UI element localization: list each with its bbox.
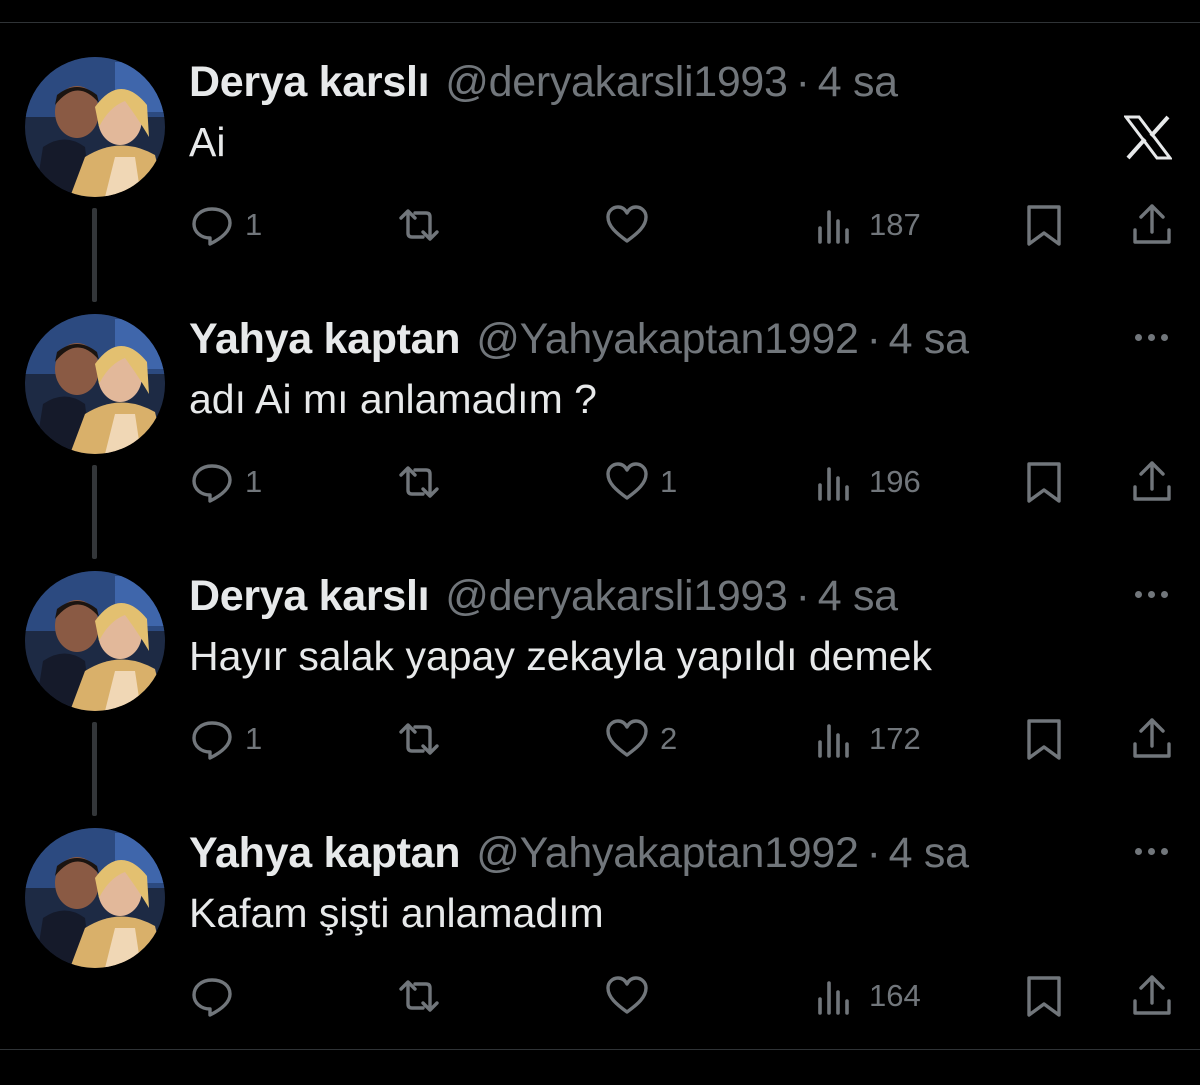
retweet-button[interactable] — [396, 966, 452, 1026]
views-button[interactable]: 172 — [813, 709, 921, 769]
timestamp[interactable]: 4 sa — [889, 315, 969, 364]
tweet[interactable]: Derya karslı @deryakarsli1993 · 4 sa Hay… — [0, 571, 1200, 828]
reply-button[interactable]: 1 — [189, 195, 262, 255]
more-icon[interactable] — [1128, 844, 1174, 858]
retweet-icon — [399, 209, 439, 241]
bookmark-icon — [1027, 462, 1061, 503]
avatar[interactable] — [25, 828, 165, 968]
author-name[interactable]: Yahya kaptan — [189, 829, 461, 878]
retweet-button[interactable] — [396, 709, 452, 769]
bookmark-button[interactable] — [1021, 709, 1067, 769]
heart-icon — [606, 976, 648, 1014]
views-chart-icon — [818, 724, 849, 758]
author-handle[interactable]: @deryakarsli1993 — [445, 572, 788, 621]
reply-count: 1 — [245, 721, 263, 756]
view-count: 196 — [869, 464, 921, 499]
x-logo-icon — [1122, 115, 1174, 160]
reply-button[interactable]: 1 — [189, 452, 262, 512]
reply-icon — [192, 978, 232, 1017]
views-chart-icon — [818, 210, 849, 244]
tweet[interactable]: Yahya kaptan @Yahyakaptan1992 · 4 sa Kaf… — [0, 828, 1200, 1085]
author-name[interactable]: Yahya kaptan — [189, 315, 461, 364]
views-chart-icon — [818, 467, 849, 501]
reply-count: 1 — [245, 207, 263, 242]
tweet-text: Kafam şişti anlamadım — [189, 890, 604, 936]
share-button[interactable] — [1129, 195, 1175, 255]
action-bar: 1 1 196 — [0, 452, 1200, 512]
bottom-divider — [0, 1049, 1200, 1050]
author-name[interactable]: Derya karslı — [189, 572, 430, 621]
tweet[interactable]: Derya karslı @deryakarsli1993 · 4 sa Ai … — [0, 57, 1200, 314]
reply-icon — [192, 464, 232, 503]
reply-count: 1 — [245, 464, 263, 499]
avatar-image — [25, 571, 165, 711]
separator: · — [866, 314, 881, 363]
share-icon — [1133, 718, 1171, 758]
separator: · — [795, 571, 810, 620]
timestamp[interactable]: 4 sa — [818, 572, 898, 621]
like-button[interactable] — [604, 966, 660, 1026]
like-count: 1 — [660, 464, 678, 499]
heart-icon — [606, 719, 648, 757]
share-button[interactable] — [1129, 452, 1175, 512]
tweet-text: Hayır salak yapay zekayla yapıldı demek — [189, 633, 932, 679]
timestamp[interactable]: 4 sa — [889, 829, 969, 878]
reply-button[interactable] — [189, 966, 245, 1026]
share-button[interactable] — [1129, 709, 1175, 769]
views-button[interactable]: 164 — [813, 966, 921, 1026]
reply-icon — [192, 721, 232, 760]
bookmark-icon — [1027, 976, 1061, 1017]
retweet-icon — [399, 980, 439, 1012]
views-chart-icon — [818, 981, 849, 1015]
bookmark-icon — [1027, 205, 1061, 246]
tweet-text: Ai — [189, 119, 226, 165]
bookmark-button[interactable] — [1021, 966, 1067, 1026]
view-count: 164 — [869, 978, 921, 1013]
tweet-text: adı Ai mı anlamadım ? — [189, 376, 597, 422]
more-icon[interactable] — [1128, 330, 1174, 344]
avatar[interactable] — [25, 57, 165, 197]
view-count: 172 — [869, 721, 921, 756]
retweet-icon — [399, 723, 439, 755]
action-bar: 1 2 172 — [0, 709, 1200, 769]
share-icon — [1133, 461, 1171, 501]
action-bar: 164 — [0, 966, 1200, 1026]
avatar[interactable] — [25, 571, 165, 711]
share-icon — [1133, 204, 1171, 244]
tweet[interactable]: Yahya kaptan @Yahyakaptan1992 · 4 sa adı… — [0, 314, 1200, 571]
share-button[interactable] — [1129, 966, 1175, 1026]
views-button[interactable]: 196 — [813, 452, 921, 512]
separator: · — [866, 828, 881, 877]
separator: · — [795, 57, 810, 106]
author-handle[interactable]: @deryakarsli1993 — [445, 58, 788, 107]
heart-icon — [606, 205, 648, 243]
share-icon — [1133, 975, 1171, 1015]
view-count: 187 — [869, 207, 921, 242]
retweet-button[interactable] — [396, 195, 452, 255]
like-button[interactable]: 2 — [604, 709, 677, 769]
avatar[interactable] — [25, 314, 165, 454]
author-name[interactable]: Derya karslı — [189, 58, 430, 107]
action-bar: 1 187 — [0, 195, 1200, 255]
author-handle[interactable]: @Yahyakaptan1992 — [476, 315, 859, 364]
reply-button[interactable]: 1 — [189, 709, 262, 769]
bookmark-button[interactable] — [1021, 452, 1067, 512]
views-button[interactable]: 187 — [813, 195, 921, 255]
bookmark-icon — [1027, 719, 1061, 760]
heart-icon — [606, 462, 648, 500]
more-icon[interactable] — [1128, 587, 1174, 601]
like-button[interactable]: 1 — [604, 452, 677, 512]
like-button[interactable] — [604, 195, 660, 255]
like-count: 2 — [660, 721, 678, 756]
avatar-image — [25, 57, 165, 197]
avatar-image — [25, 828, 165, 968]
retweet-button[interactable] — [396, 452, 452, 512]
author-handle[interactable]: @Yahyakaptan1992 — [476, 829, 859, 878]
timestamp[interactable]: 4 sa — [818, 58, 898, 107]
avatar-image — [25, 314, 165, 454]
reply-icon — [192, 207, 232, 246]
retweet-icon — [399, 466, 439, 498]
bookmark-button[interactable] — [1021, 195, 1067, 255]
top-divider — [0, 22, 1200, 23]
